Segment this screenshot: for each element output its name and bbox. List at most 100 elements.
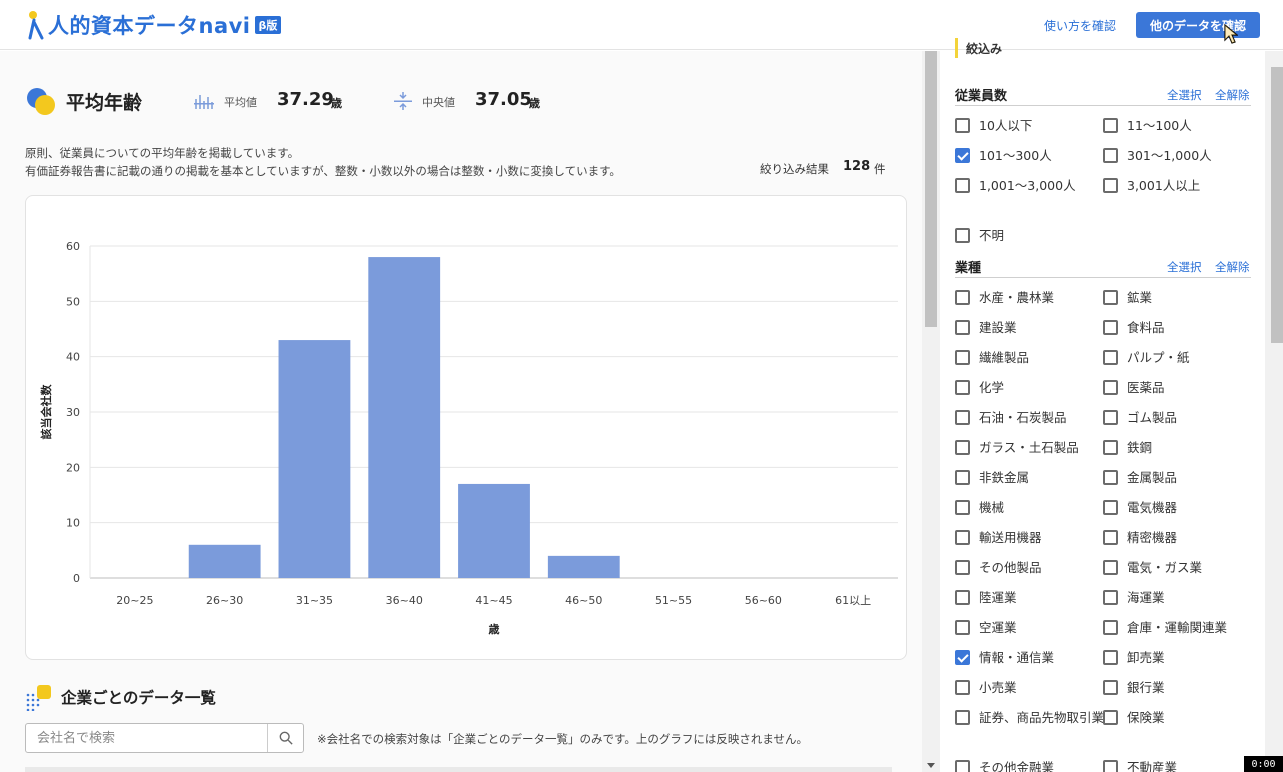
checkbox-icon[interactable] [1103,350,1118,365]
industry-option[interactable]: 証券、商品先物取引業 [955,709,1104,729]
checkbox-icon[interactable] [1103,440,1118,455]
checkbox-icon[interactable] [955,590,970,605]
checkbox-icon[interactable] [1103,760,1118,772]
industry-option[interactable]: 非鉄金属 [955,469,1029,487]
checkbox-icon[interactable] [955,500,970,515]
employees-option[interactable]: 301～1,000人 [1103,147,1212,165]
employees-option[interactable]: 1,001～3,000人 [955,177,1104,197]
checkbox-icon[interactable] [1103,118,1118,133]
checkbox-icon[interactable] [955,760,970,772]
main-scrollbar-thumb[interactable] [925,51,937,327]
industry-option[interactable]: 鉱業 [1103,289,1152,307]
industry-option[interactable]: 医薬品 [1103,379,1165,397]
industry-option[interactable]: 建設業 [955,319,1017,337]
checkbox-icon[interactable] [955,350,970,365]
bar [547,555,620,578]
checkbox-icon[interactable] [955,680,970,695]
checkbox-icon[interactable] [955,470,970,485]
help-link[interactable]: 使い方を確認 [1044,17,1116,34]
industry-option[interactable]: ガラス・土石製品 [955,439,1079,457]
checkbox-icon[interactable] [1103,560,1118,575]
industry-option[interactable]: 化学 [955,379,1004,397]
employees-option[interactable]: 101～300人 [955,147,1052,165]
bar-chart-svg: 0 10 20 30 40 50 60 20~25 26~30 31~35 36~40 41~45 46… [39,240,898,636]
industry-option[interactable]: 精密機器 [1103,529,1177,547]
industry-option[interactable]: パルプ・紙 [1103,349,1190,367]
industry-option[interactable]: 情報・通信業 [955,649,1054,667]
checkbox-icon[interactable] [955,560,970,575]
checkbox-icon[interactable] [955,410,970,425]
sidebar-scrollbar[interactable] [1265,51,1283,772]
checkbox-icon[interactable] [1103,530,1118,545]
employees-option-label: 101～300人 [979,148,1052,163]
mean-unit: 歳 [331,97,342,110]
employees-select-all[interactable]: 全選択 [1167,87,1202,103]
industry-option[interactable]: 繊維製品 [955,349,1029,367]
industry-option[interactable]: その他製品 [955,559,1042,577]
industry-option[interactable]: 保険業 [1103,709,1165,727]
company-search-input[interactable] [27,725,267,751]
industry-select-all[interactable]: 全選択 [1167,259,1202,275]
industry-option[interactable]: 輸送用機器 [955,529,1042,547]
industry-option[interactable]: ゴム製品 [1103,409,1177,427]
checkbox-icon[interactable] [1103,710,1118,725]
checkbox-icon[interactable] [1103,590,1118,605]
other-data-button[interactable]: 他のデータを確認 [1136,12,1260,38]
main-scrollbar[interactable] [922,51,940,772]
checkbox-icon[interactable] [1103,680,1118,695]
industry-option[interactable]: 石油・石炭製品 [955,409,1067,427]
industry-option[interactable]: 陸運業 [955,589,1017,607]
logo[interactable]: 人的資本データnavi β版 [26,8,282,42]
industry-option[interactable]: 電気機器 [1103,499,1177,517]
checkbox-checked-icon[interactable] [955,650,970,665]
checkbox-icon[interactable] [1103,380,1118,395]
mean-value: 37.29 [277,89,334,110]
industry-option[interactable]: 卸売業 [1103,649,1165,667]
industry-option[interactable]: 小売業 [955,679,1017,697]
employees-option[interactable]: 11～100人 [1103,117,1192,135]
checkbox-icon[interactable] [1103,650,1118,665]
checkbox-icon[interactable] [1103,148,1118,163]
scroll-down-arrow-icon[interactable] [927,763,935,768]
industry-option[interactable]: その他金融業 [955,759,1054,772]
industry-option[interactable]: 空運業 [955,619,1017,637]
industry-option[interactable]: 機械 [955,499,1004,517]
industry-option[interactable]: 倉庫・運輸関連業 [1103,619,1227,637]
checkbox-icon[interactable] [955,228,970,243]
industry-option[interactable]: 金属製品 [1103,469,1177,487]
industry-clear-all[interactable]: 全解除 [1215,259,1250,275]
checkbox-icon[interactable] [1103,178,1118,193]
checkbox-icon[interactable] [955,530,970,545]
industry-option[interactable]: 銀行業 [1103,679,1165,697]
result-label: 絞り込み結果 [760,162,829,176]
employees-clear-all[interactable]: 全解除 [1215,87,1250,103]
industry-option[interactable]: 不動産業 [1103,759,1177,772]
checkbox-checked-icon[interactable] [955,148,970,163]
industry-option[interactable]: 水産・農林業 [955,289,1054,307]
checkbox-icon[interactable] [955,290,970,305]
checkbox-icon[interactable] [955,118,970,133]
checkbox-icon[interactable] [955,710,970,725]
checkbox-icon[interactable] [1103,290,1118,305]
employees-option[interactable]: 10人以下 [955,117,1032,135]
industry-option[interactable]: 電気・ガス業 [1103,559,1202,577]
checkbox-icon[interactable] [1103,620,1118,635]
checkbox-icon[interactable] [1103,410,1118,425]
checkbox-icon[interactable] [955,620,970,635]
employees-option[interactable]: 不明 [955,227,1004,245]
industry-option[interactable]: 海運業 [1103,589,1165,607]
checkbox-icon[interactable] [955,320,970,335]
industry-option[interactable]: 食料品 [1103,319,1165,337]
checkbox-icon[interactable] [955,178,970,193]
company-list-icon [26,685,51,711]
checkbox-icon[interactable] [1103,320,1118,335]
sidebar-scrollbar-thumb[interactable] [1271,67,1283,343]
checkbox-icon[interactable] [1103,500,1118,515]
search-button[interactable] [267,724,303,752]
industry-option[interactable]: 鉄鋼 [1103,439,1152,457]
checkbox-icon[interactable] [955,380,970,395]
employees-option[interactable]: 3,001人以上 [1103,177,1200,195]
x-tick-label: 20~25 [116,594,153,607]
checkbox-icon[interactable] [1103,470,1118,485]
checkbox-icon[interactable] [955,440,970,455]
